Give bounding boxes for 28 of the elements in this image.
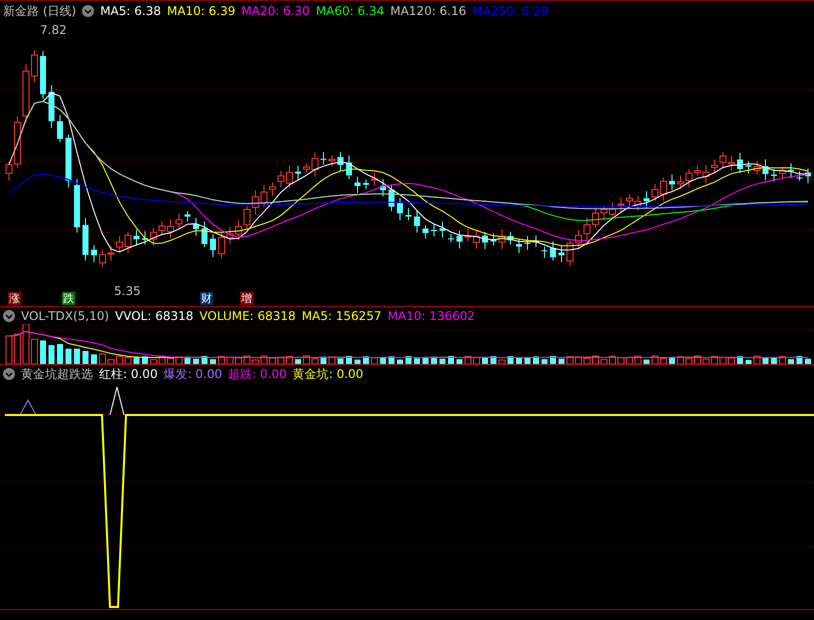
ma-reading: MA120: 6.16 <box>390 4 466 16</box>
ma-reading: MA60: 6.34 <box>316 4 384 16</box>
indicator-reading: 爆发: 0.00 <box>164 368 222 380</box>
indicator-name: 黄金坑超跌选 <box>21 368 93 380</box>
event-marker[interactable]: 财 <box>200 292 213 305</box>
chevron-down-icon[interactable] <box>3 310 15 322</box>
volume-reading: VVOL: 68318 <box>115 310 194 322</box>
ma-reading: MA20: 6.30 <box>241 4 310 16</box>
event-marker[interactable]: 增 <box>240 292 253 305</box>
event-marker[interactable]: 跌 <box>62 292 75 305</box>
ma-reading: MA5: 6.38 <box>100 4 161 16</box>
indicator-reading: 黄金坑: 0.00 <box>292 368 364 380</box>
volume-reading: MA10: 136602 <box>388 310 476 322</box>
triangle-signal <box>110 386 124 416</box>
indicator-name: VOL-TDX(5,10) <box>21 310 110 322</box>
indicator-reading: 红柱: 0.00 <box>99 368 158 380</box>
volume-reading: MA5: 156257 <box>302 310 382 322</box>
volume-reading: VOLUME: 68318 <box>199 310 296 322</box>
ma-reading: MA250: 6.29 <box>472 4 548 16</box>
chevron-down-icon[interactable] <box>3 368 15 380</box>
chevron-down-icon[interactable] <box>82 4 94 16</box>
chart-title: 新金路 (日线) <box>3 4 76 16</box>
indicator-reading: 超跌: 0.00 <box>228 368 287 380</box>
triangle-signal <box>20 398 36 416</box>
low-price-label: 5.35 <box>114 284 141 298</box>
event-marker[interactable]: 涨 <box>8 292 21 305</box>
high-price-label: 7.82 <box>40 23 67 37</box>
ma-reading: MA10: 6.39 <box>166 4 236 16</box>
